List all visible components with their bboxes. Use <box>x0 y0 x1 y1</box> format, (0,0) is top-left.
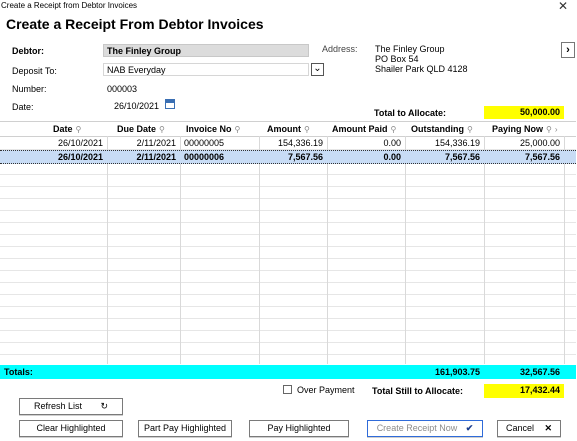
col-header-amount[interactable]: Amount ⚲ <box>267 122 323 136</box>
address-block: The Finley Group PO Box 54 Shailer Park … <box>375 44 468 74</box>
deposit-dropdown-button[interactable]: ⌄ <box>311 63 324 76</box>
cell-paying-now[interactable]: 25,000.00 <box>484 137 564 149</box>
table-row[interactable]: 26/10/2021 2/11/2021 00000005 154,336.19… <box>0 137 576 149</box>
search-icon[interactable]: ⚲ <box>467 125 473 134</box>
page-title: Create a Receipt From Debtor Invoices <box>6 16 264 32</box>
debtor-field[interactable]: The Finley Group <box>103 44 309 57</box>
address-line: Shailer Park QLD 4128 <box>375 64 468 74</box>
date-label: Date: <box>12 102 34 112</box>
cell-outstanding: 154,336.19 <box>434 138 480 148</box>
invoice-grid: Date ⚲ Due Date ⚲ Invoice No ⚲ Amount ⚲ Amou… <box>0 121 576 379</box>
col-header-outstanding[interactable]: Outstanding ⚲ <box>411 122 487 136</box>
col-label: Outstanding <box>411 124 464 134</box>
col-header-amount-paid[interactable]: Amount Paid ⚲ <box>332 122 408 136</box>
calendar-icon[interactable] <box>165 99 175 109</box>
number-label: Number: <box>12 84 47 94</box>
allocate-label: Total to Allocate: <box>374 108 446 118</box>
refresh-list-button[interactable]: Refresh List ↻ <box>19 398 123 415</box>
cell-invoice-no: 00000005 <box>184 138 225 148</box>
address-label: Address: <box>322 44 358 54</box>
total-paying-now: 32,567.56 <box>519 367 560 377</box>
totals-label: Totals: <box>4 367 33 377</box>
close-icon[interactable]: ✕ <box>556 0 570 12</box>
number-field[interactable]: 000003 <box>103 82 309 95</box>
still-to-allocate-value: 17,432.44 <box>484 384 564 398</box>
over-payment-checkbox[interactable] <box>283 385 292 394</box>
chevron-right-icon[interactable]: › <box>555 125 558 134</box>
search-icon[interactable]: ⚲ <box>546 125 552 134</box>
col-header-paying-now[interactable]: Paying Now ⚲ › <box>492 122 576 136</box>
pay-highlighted-button[interactable]: Pay Highlighted <box>249 420 349 437</box>
over-payment-label: Over Payment <box>297 385 355 395</box>
col-label: Amount <box>267 124 301 134</box>
search-icon[interactable]: ⚲ <box>159 125 165 134</box>
deposit-label: Deposit To: <box>12 66 57 76</box>
cell-amount: 7,567.56 <box>287 152 323 162</box>
close-icon: ✕ <box>544 423 553 433</box>
col-label: Date <box>53 124 73 134</box>
cell-amount-paid: 0.00 <box>383 138 401 148</box>
col-header-date[interactable]: Date ⚲ <box>53 122 103 136</box>
total-outstanding: 161,903.75 <box>434 367 480 377</box>
cell-date: 26/10/2021 <box>57 152 103 162</box>
refresh-icon: ↻ <box>100 401 109 411</box>
search-icon[interactable]: ⚲ <box>304 125 310 134</box>
cell-due-date: 2/11/2021 <box>136 138 176 148</box>
search-icon[interactable]: ⚲ <box>391 125 397 134</box>
address-line: PO Box 54 <box>375 54 419 64</box>
search-icon[interactable]: ⚲ <box>235 125 241 134</box>
part-pay-highlighted-button[interactable]: Part Pay Highlighted <box>138 420 232 437</box>
cell-amount-paid: 0.00 <box>383 152 401 162</box>
date-field[interactable]: 26/10/2021 <box>110 99 164 112</box>
cell-date: 26/10/2021 <box>57 138 103 148</box>
cancel-label: Cancel <box>505 423 534 433</box>
chevron-down-icon: ⌄ <box>313 63 322 74</box>
debtor-label: Debtor: <box>12 46 44 56</box>
col-label: Due Date <box>117 124 157 134</box>
allocate-value[interactable]: 50,000.00 <box>484 106 564 119</box>
window-title: Create a Receipt from Debtor Invoices <box>1 1 138 10</box>
col-header-invoice-no[interactable]: Invoice No ⚲ <box>186 122 254 136</box>
refresh-label: Refresh List <box>33 401 82 411</box>
col-label: Paying Now <box>492 124 544 134</box>
col-label: Amount Paid <box>332 124 388 134</box>
clear-highlighted-button[interactable]: Clear Highlighted <box>19 420 123 437</box>
cell-due-date: 2/11/2021 <box>136 152 176 162</box>
cell-outstanding: 7,567.56 <box>444 152 480 162</box>
address-line: The Finley Group <box>375 44 445 54</box>
cancel-button[interactable]: Cancel ✕ <box>497 420 561 437</box>
search-icon[interactable]: ⚲ <box>76 125 82 134</box>
col-label: Invoice No <box>186 124 232 134</box>
chevron-right-icon: › <box>566 44 570 56</box>
cell-invoice-no: 00000006 <box>184 152 225 162</box>
cell-paying-now[interactable]: 7,567.56 <box>484 151 564 163</box>
create-receipt-now-button[interactable]: Create Receipt Now ✔ <box>367 420 483 437</box>
create-receipt-label: Create Receipt Now <box>376 423 458 433</box>
address-expand-button[interactable]: › <box>561 42 575 58</box>
totals-bar: Totals: 161,903.75 32,567.56 <box>0 365 576 379</box>
col-header-due-date[interactable]: Due Date ⚲ <box>117 122 179 136</box>
deposit-select[interactable]: NAB Everyday <box>103 63 309 76</box>
table-row-selected[interactable]: 26/10/2021 2/11/2021 00000006 7,567.56 0… <box>0 150 576 164</box>
still-to-allocate-label: Total Still to Allocate: <box>372 386 464 396</box>
cell-amount: 154,336.19 <box>277 138 323 148</box>
checkmark-icon: ✔ <box>465 423 474 433</box>
